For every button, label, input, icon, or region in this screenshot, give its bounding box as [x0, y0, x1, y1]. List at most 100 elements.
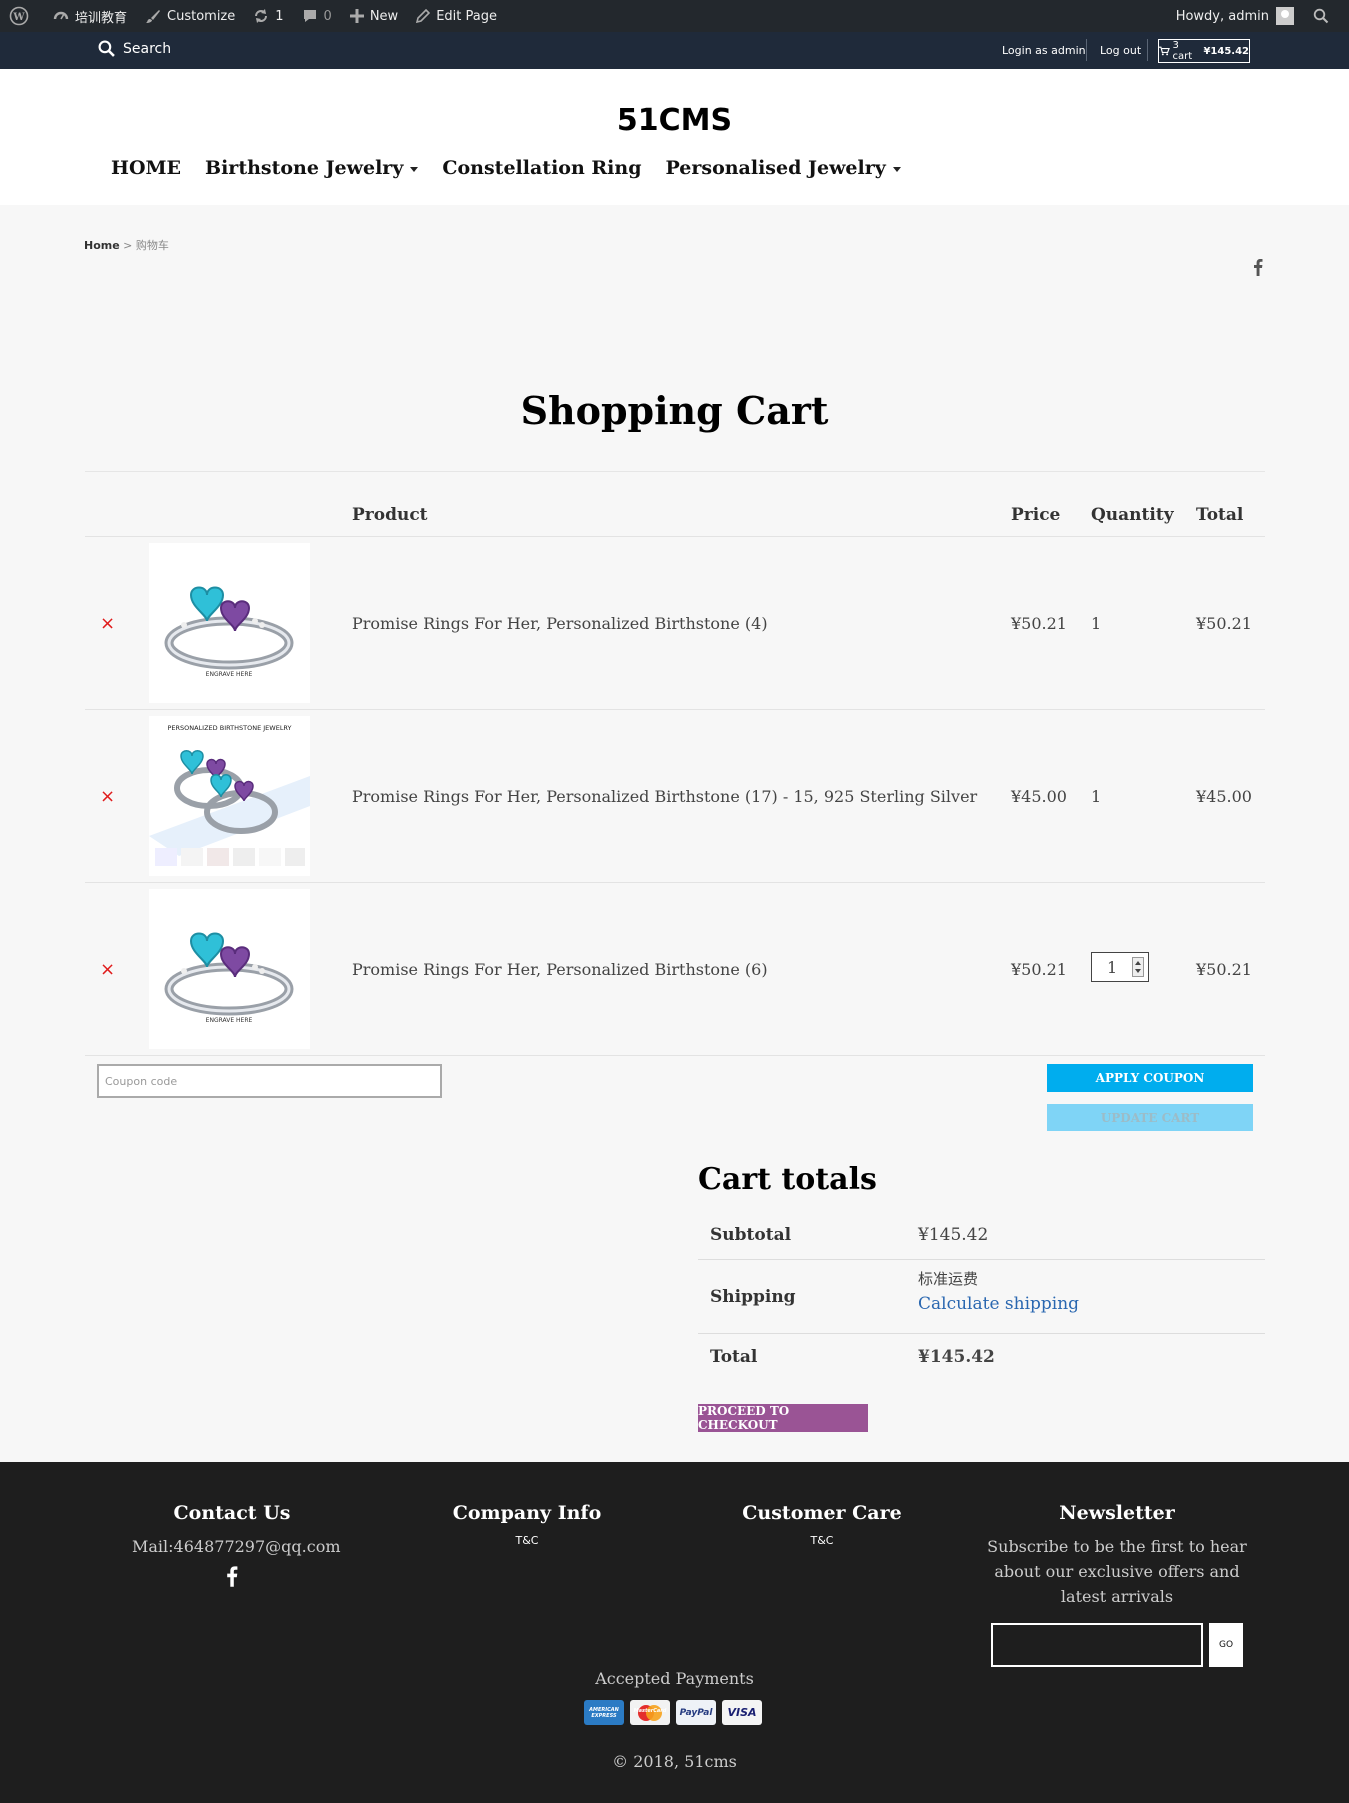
- caret-down-icon: [410, 167, 419, 172]
- apply-coupon-button[interactable]: APPLY COUPON: [1047, 1064, 1253, 1092]
- product-thumbnail[interactable]: PERSONALIZED BIRTHSTONE JEWELRY: [149, 716, 310, 876]
- nav-label: Personalised Jewelry: [665, 157, 886, 179]
- footer-heading: Customer Care: [742, 1502, 902, 1524]
- product-quantity: 1: [1091, 787, 1102, 806]
- brush-icon: [146, 10, 161, 23]
- shipping-method: 标准运费: [918, 1270, 979, 1288]
- login-link[interactable]: Login as admin: [1002, 44, 1086, 57]
- search-toggle[interactable]: Search: [98, 40, 171, 57]
- cart-table: Product Price Quantity Total × ENGRAVE H…: [85, 471, 1265, 1138]
- svg-text:ENGRAVE HERE: ENGRAVE HERE: [206, 671, 253, 678]
- product-subtotal: ¥50.21: [1196, 960, 1252, 979]
- search-icon: [98, 40, 115, 57]
- paypal-card-icon: PayPal: [676, 1700, 716, 1725]
- product-subtotal: ¥50.21: [1196, 614, 1252, 633]
- edit-page-link[interactable]: Edit Page: [407, 0, 506, 32]
- table-header: Product Price Quantity Total: [85, 472, 1265, 537]
- header-quantity: Quantity: [1091, 505, 1174, 525]
- caret-down-icon: [892, 167, 901, 172]
- product-name-link[interactable]: Promise Rings For Her, Personalized Birt…: [352, 960, 768, 979]
- site-header: 51CMS HOME Birthstone Jewelry Constellat…: [0, 69, 1349, 205]
- care-tc-link[interactable]: T&C: [722, 1534, 922, 1547]
- company-tc-link[interactable]: T&C: [427, 1534, 627, 1547]
- footer-heading: Contact Us: [173, 1502, 291, 1524]
- cart-totals: Cart totals Subtotal ¥145.42 Shipping 标准…: [698, 1162, 1265, 1432]
- updates-link[interactable]: 1: [244, 0, 292, 32]
- total-label: Total: [710, 1347, 758, 1367]
- cart-actions: Coupon code APPLY COUPON UPDATE CART: [85, 1056, 1265, 1138]
- table-row: × ENGRAVE HERE Promise Rings For Her, Pe…: [85, 883, 1265, 1056]
- breadcrumb-home[interactable]: Home: [84, 239, 120, 252]
- remove-item-button[interactable]: ×: [100, 613, 115, 634]
- admin-site-name[interactable]: 培训教育: [44, 0, 136, 32]
- plus-icon: [349, 9, 364, 23]
- wordpress-logo-icon[interactable]: W: [0, 0, 44, 32]
- logout-link[interactable]: Log out: [1100, 44, 1141, 57]
- nav-item-home[interactable]: HOME: [111, 157, 181, 179]
- cart-icon: [1159, 46, 1170, 56]
- newsletter-text: about our exclusive offers and: [994, 1562, 1240, 1581]
- subtotal-value: ¥145.42: [918, 1225, 989, 1245]
- pencil-icon: [416, 9, 431, 23]
- nav-label: Constellation Ring: [442, 157, 642, 179]
- ring-image: ENGRAVE HERE: [149, 543, 310, 703]
- newsletter-go-button[interactable]: GO: [1209, 1623, 1243, 1667]
- product-name-link[interactable]: Promise Rings For Her, Personalized Birt…: [352, 614, 768, 633]
- my-account-link[interactable]: Howdy, admin: [1167, 0, 1304, 32]
- remove-item-button[interactable]: ×: [100, 786, 115, 807]
- main-navigation: HOME Birthstone Jewelry Constellation Ri…: [111, 157, 925, 179]
- coupon-code-input[interactable]: Coupon code: [97, 1064, 442, 1098]
- product-thumbnail[interactable]: ENGRAVE HERE: [149, 543, 310, 703]
- product-price: ¥50.21: [1011, 960, 1067, 979]
- rings-pair-image: [149, 716, 310, 876]
- nav-item-personalised-jewelry[interactable]: Personalised Jewelry: [666, 157, 901, 179]
- updates-count: 1: [275, 8, 284, 24]
- product-thumbnail[interactable]: ENGRAVE HERE: [149, 889, 310, 1049]
- divider: [1147, 39, 1148, 61]
- new-label: New: [369, 8, 399, 24]
- svg-text:ENGRAVE HERE: ENGRAVE HERE: [206, 1017, 253, 1024]
- admin-search-icon[interactable]: [1304, 0, 1349, 32]
- spinner-arrows-icon[interactable]: [1132, 957, 1144, 977]
- total-value: ¥145.42: [918, 1347, 995, 1367]
- footer-heading: Newsletter: [1059, 1502, 1175, 1524]
- product-subtotal: ¥45.00: [1196, 787, 1252, 806]
- proceed-to-checkout-button[interactable]: PROCEED TO CHECKOUT: [698, 1404, 868, 1432]
- shipping-label: Shipping: [710, 1287, 796, 1307]
- update-cart-button[interactable]: UPDATE CART: [1047, 1104, 1253, 1131]
- header-product: Product: [352, 505, 428, 525]
- mini-cart-button[interactable]: 3 cart ¥145.42: [1158, 39, 1250, 63]
- calculate-shipping-link[interactable]: Calculate shipping: [918, 1294, 1079, 1314]
- breadcrumb: Home > 购物车: [84, 237, 169, 253]
- newsletter-text: latest arrivals: [1060, 1587, 1174, 1606]
- breadcrumb-separator: >: [119, 239, 136, 252]
- svg-text:W: W: [12, 12, 25, 23]
- customize-link[interactable]: Customize: [136, 0, 244, 32]
- quantity-stepper[interactable]: 1: [1091, 952, 1149, 982]
- comments-count: 0: [323, 8, 332, 24]
- page-title: Shopping Cart: [520, 388, 829, 433]
- newsletter-email-input[interactable]: [991, 1623, 1203, 1667]
- comments-link[interactable]: 0: [293, 0, 341, 32]
- contact-mail: Mail:464877297@qq.com: [132, 1537, 341, 1556]
- total-row: Total ¥145.42: [698, 1334, 1265, 1382]
- nav-label: Birthstone Jewelry: [205, 157, 404, 179]
- new-content-link[interactable]: New: [341, 0, 407, 32]
- dashboard-icon: [53, 11, 69, 20]
- remove-item-button[interactable]: ×: [100, 959, 115, 980]
- footer-heading: Company Info: [452, 1502, 602, 1524]
- nav-item-constellation-ring[interactable]: Constellation Ring: [442, 157, 641, 179]
- admin-bar: W 培训教育 Customize 1 0 New Edit Page Howdy…: [0, 0, 1349, 32]
- divider: [1086, 39, 1087, 61]
- nav-item-birthstone-jewelry[interactable]: Birthstone Jewelry: [205, 157, 419, 179]
- product-name-link[interactable]: Promise Rings For Her, Personalized Birt…: [352, 787, 977, 806]
- subtotal-label: Subtotal: [710, 1225, 792, 1245]
- table-row: × ENGRAVE HERE Promise Rings For Her, Pe…: [85, 537, 1265, 710]
- facebook-icon[interactable]: [132, 1565, 332, 1591]
- footer-newsletter: Newsletter Subscribe to be the first to …: [982, 1502, 1252, 1609]
- facebook-icon[interactable]: [1253, 258, 1263, 280]
- site-title[interactable]: 51CMS: [0, 103, 1349, 138]
- edit-page-label: Edit Page: [436, 8, 497, 24]
- site-footer: Contact Us Mail:464877297@qq.com Company…: [0, 1462, 1349, 1803]
- comment-icon: [303, 10, 316, 22]
